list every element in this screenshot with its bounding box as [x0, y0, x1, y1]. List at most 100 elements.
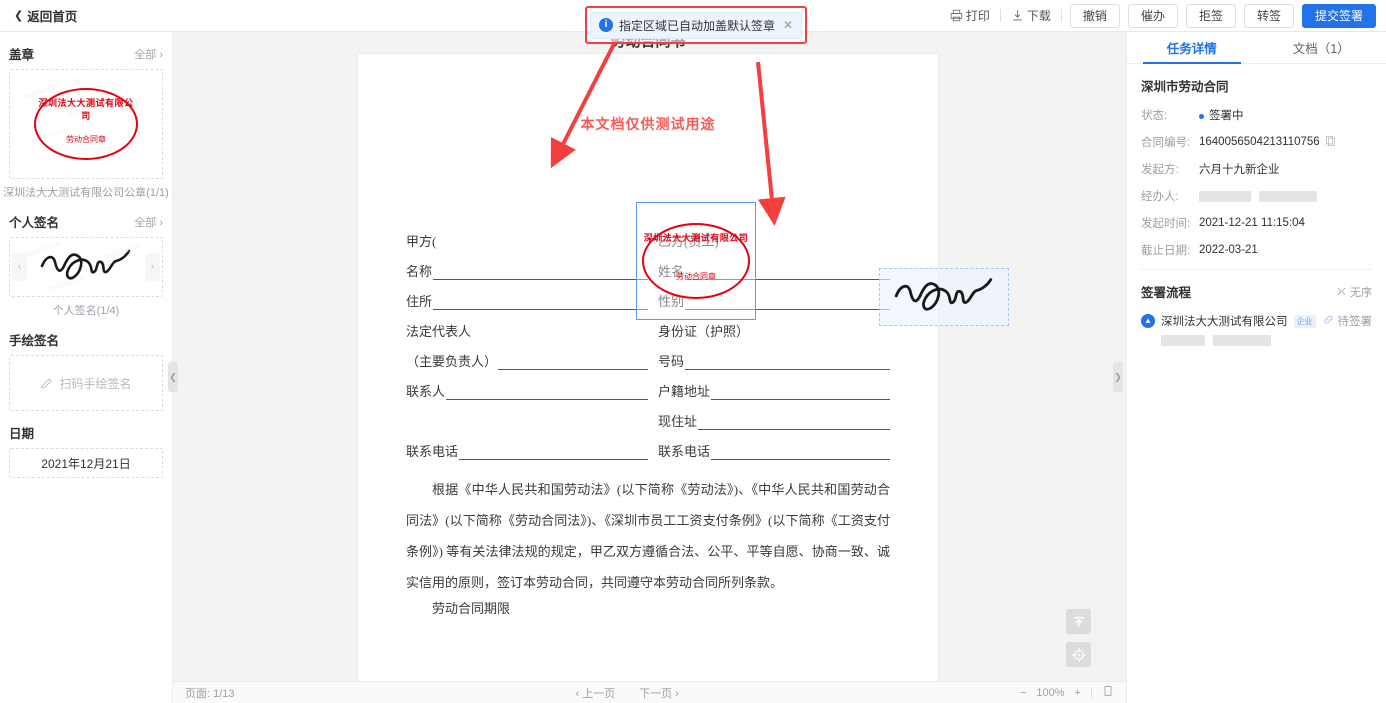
detail-row-deadline: 截止日期: 2022-03-21	[1141, 242, 1372, 258]
field-line	[498, 356, 648, 370]
rightpanel-collapse-handle[interactable]: ❯	[1113, 362, 1123, 392]
start-time-value: 2021-12-21 11:15:04	[1199, 217, 1305, 229]
field-row: 号码	[658, 340, 890, 370]
signer-contact-redacted	[1161, 335, 1271, 346]
handdraw-action-label: 扫码手绘签名	[59, 376, 132, 391]
seal-arc-text: 深圳法大大测试有限公司	[38, 98, 134, 121]
detail-row-handler: 经办人:	[1141, 188, 1372, 204]
status-dot-icon	[1199, 114, 1204, 119]
scroll-to-top-button[interactable]	[1066, 609, 1091, 634]
chain-link-glyph-icon	[1323, 315, 1333, 324]
signer-type-badge: 企业	[1293, 314, 1316, 328]
locate-field-button[interactable]	[1066, 642, 1091, 667]
date-stamp-item[interactable]: 2021年12月21日	[9, 448, 163, 478]
tab-documents[interactable]: 文档（1）	[1257, 32, 1386, 63]
zoom-divider	[1090, 687, 1092, 698]
detail-row-status: 状态: 签署中	[1141, 107, 1372, 123]
zoom-out-button[interactable]: −	[1020, 687, 1026, 699]
detail-key: 发起方:	[1141, 164, 1179, 176]
party-a-header-row: 甲方(	[406, 204, 648, 250]
notification-text: 指定区域已自动加盖默认签章	[618, 18, 775, 33]
field-row: 住所	[406, 280, 648, 310]
contract-next-heading: 劳动合同期限	[432, 601, 511, 616]
sign-flow-item[interactable]: ▲ 深圳法大大测试有限公司 企业 待签署	[1141, 313, 1372, 329]
zoom-in-button[interactable]: +	[1075, 687, 1081, 699]
contract-number-value: 1640056504213110756	[1199, 136, 1320, 148]
signature-view-all-link[interactable]: 全部 ›	[134, 214, 163, 230]
revoke-button[interactable]: 撤销	[1069, 3, 1120, 28]
field-line	[685, 356, 890, 370]
submit-sign-button[interactable]: 提交签署	[1301, 3, 1376, 28]
document-page[interactable]: 劳动合同书 本文档仅供测试用途 甲方( 名称 住所	[358, 34, 938, 703]
seal-mid-text: 劳动合同章	[66, 135, 106, 144]
page-indicator: 页面: 1/13	[185, 687, 235, 700]
next-page-button[interactable]: 下一页 ›	[639, 685, 679, 701]
doc-watermark-second: 本文档仅供测试用途	[580, 118, 716, 133]
zoom-controls: − 100% +	[1020, 685, 1114, 700]
print-label: 打印	[965, 9, 990, 23]
field-line	[711, 386, 890, 400]
viewer-float-buttons	[1066, 609, 1091, 675]
field-label: 法定代表人	[406, 324, 472, 339]
seal-thumbnail[interactable]: fadada.com fadada.com fadada.com fadada.…	[9, 69, 163, 179]
placed-seal-field[interactable]: 深圳法大大测试有限公司 劳动合同章	[636, 202, 756, 320]
tab-task-detail[interactable]: 任务详情	[1127, 32, 1257, 64]
urge-button[interactable]: 催办	[1127, 3, 1178, 28]
sidebar-collapse-handle[interactable]: ❮	[168, 362, 178, 392]
arrow-up-to-bar-icon	[1073, 616, 1084, 627]
handler-value-redacted	[1199, 190, 1329, 202]
copy-icon[interactable]	[1325, 135, 1336, 149]
transfer-sign-button[interactable]: 转签	[1243, 3, 1294, 28]
task-detail-panel: 任务详情 文档（1） 深圳市劳动合同 状态: 签署中 合同编号: 1640056…	[1126, 32, 1386, 703]
field-label: （主要负责人）	[406, 354, 498, 369]
detail-key: 经办人:	[1141, 191, 1179, 203]
signer-status: 待签署	[1337, 316, 1373, 328]
personal-signature-thumbnail[interactable]: fadada.com fadada.com fadada.com ‹ ›	[9, 237, 163, 297]
info-icon: i	[598, 18, 613, 32]
back-to-home-button[interactable]: ❮ 返回首页	[14, 6, 77, 25]
signature-prev-button[interactable]: ‹	[12, 253, 27, 281]
seal-caption: 深圳法大大测试有限公司公章(1/1)	[3, 187, 169, 199]
personal-signature-title: 个人签名	[9, 216, 60, 230]
panel-body: 深圳市劳动合同 状态: 签署中 合同编号: 164005650421311075…	[1127, 64, 1386, 361]
pencil-icon	[41, 377, 53, 388]
link-icon[interactable]	[1323, 314, 1334, 328]
printer-icon	[950, 9, 963, 22]
viewer-bottom-bar: 页面: 1/13 ‹ 上一页 下一页 › − 100% +	[173, 681, 1126, 703]
seal-view-all-link[interactable]: 全部 ›	[134, 46, 163, 62]
signature-next-button[interactable]: ›	[145, 253, 160, 281]
unordered-icon	[1337, 287, 1346, 296]
field-row: 联系人	[406, 370, 648, 400]
reject-sign-button[interactable]: 拒签	[1185, 3, 1236, 28]
field-label: 身份证（护照）	[658, 324, 750, 339]
seal-section-title: 盖章	[9, 48, 35, 62]
field-row: 名称	[406, 250, 648, 280]
prev-page-button[interactable]: ‹ 上一页	[576, 685, 616, 701]
scan-to-handdraw-button[interactable]: 扫码手绘签名	[9, 355, 163, 411]
field-line	[446, 386, 648, 400]
field-line	[433, 266, 648, 280]
detail-key: 截止日期:	[1141, 245, 1191, 257]
date-section-title: 日期	[9, 427, 35, 441]
detail-key: 合同编号:	[1141, 137, 1191, 149]
handdraw-section-title: 手绘签名	[9, 334, 60, 348]
close-icon[interactable]: ✕	[783, 18, 793, 32]
target-icon	[1071, 647, 1086, 662]
back-to-home-label: 返回首页	[27, 10, 78, 24]
print-button[interactable]: 打印	[940, 5, 1000, 27]
seal-arc-text: 深圳法大大测试有限公司	[643, 233, 749, 243]
zoom-level-label: 100%	[1036, 686, 1065, 699]
seal-section-header: 盖章 全部 ›	[0, 32, 172, 69]
fit-page-button[interactable]	[1102, 685, 1114, 700]
document-viewer: 本文档仅供测试用途 劳动合同书 本文档仅供测试用途 甲方( 名称 住所	[173, 32, 1126, 703]
detail-row-initiator: 发起方: 六月十九新企业	[1141, 161, 1372, 177]
placed-signature-field[interactable]	[879, 268, 1009, 326]
download-button[interactable]: 下载	[1001, 5, 1061, 27]
field-row-spacer	[406, 400, 648, 430]
date-section-header: 日期	[0, 411, 172, 448]
detail-key: 状态:	[1141, 110, 1168, 122]
sign-order-toggle[interactable]: 无序	[1337, 284, 1372, 300]
handwritten-signature-icon	[894, 278, 993, 311]
status-value: 签署中	[1209, 110, 1244, 122]
field-label: 号码	[658, 354, 685, 369]
